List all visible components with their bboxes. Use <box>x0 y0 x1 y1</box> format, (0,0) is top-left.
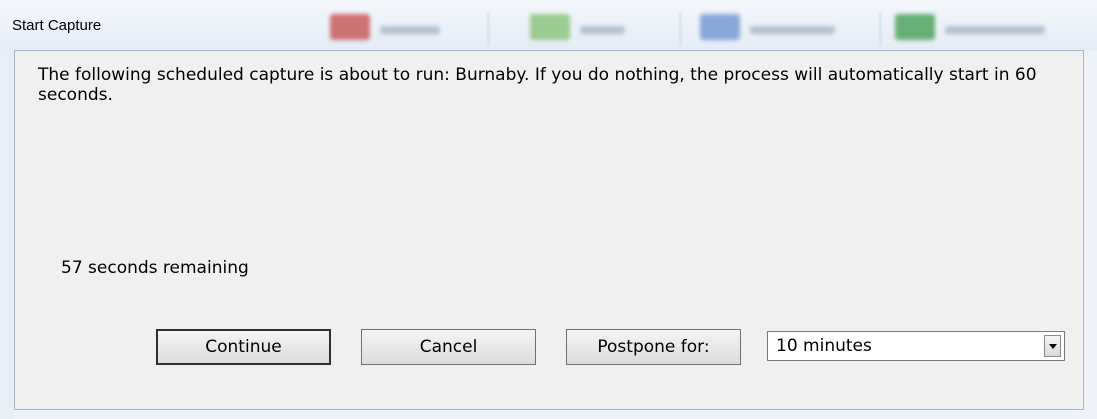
postpone-button[interactable]: Postpone for: <box>566 329 741 365</box>
background-separator <box>488 12 489 46</box>
background-separator <box>680 12 681 46</box>
countdown-label: 57 seconds remaining <box>61 258 249 278</box>
cancel-button[interactable]: Cancel <box>361 329 536 365</box>
background-tool-icon <box>530 14 650 40</box>
start-capture-window: Start Capture The following scheduled ca… <box>0 0 1097 419</box>
window-frame-left <box>0 50 14 419</box>
background-toolbar: Start Capture <box>0 0 1097 50</box>
background-tool-icon <box>895 14 1095 40</box>
continue-button[interactable]: Continue <box>156 329 331 365</box>
background-tool-icon <box>330 14 460 40</box>
chevron-down-icon[interactable] <box>1044 335 1061 357</box>
background-separator <box>880 12 881 46</box>
background-tool-icon <box>700 14 870 40</box>
window-title: Start Capture <box>12 17 102 34</box>
postpone-duration-select[interactable]: 10 minutes <box>767 331 1065 361</box>
postpone-duration-value: 10 minutes <box>776 336 872 356</box>
capture-message: The following scheduled capture is about… <box>38 65 1037 105</box>
dialog-body: The following scheduled capture is about… <box>14 50 1084 410</box>
